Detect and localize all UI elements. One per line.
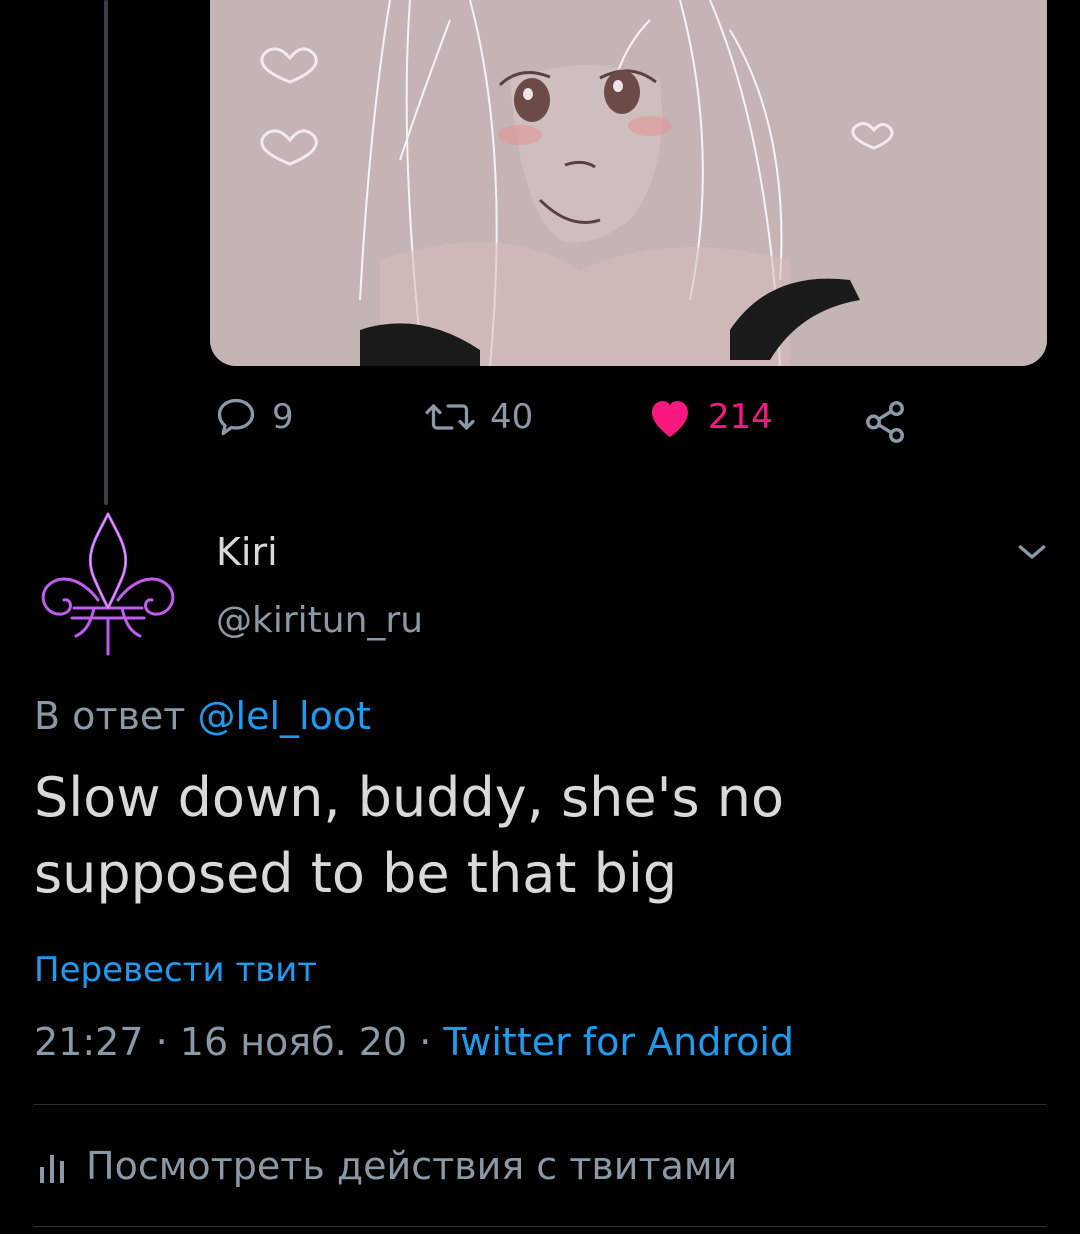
reply-button[interactable]: 9	[214, 395, 294, 439]
analytics-icon	[40, 1155, 64, 1183]
divider	[34, 1226, 1046, 1227]
author-name[interactable]: Kiri	[216, 530, 278, 574]
share-icon	[866, 401, 904, 443]
retweet-icon	[425, 404, 475, 430]
tweet-date: 16 нояб. 20	[179, 1020, 408, 1064]
avatar[interactable]	[38, 508, 178, 658]
mention-link[interactable]: @lel_loot	[198, 694, 371, 738]
tweet-analytics-link[interactable]: Посмотреть действия с твитами	[40, 1144, 737, 1188]
meta-separator: ·	[407, 1020, 444, 1064]
reply-icon	[217, 398, 255, 436]
tweet-action-bar: 9 40 214	[0, 395, 1080, 451]
anime-illustration	[210, 0, 1047, 366]
chevron-down-icon	[1018, 545, 1046, 559]
author-handle[interactable]: @kiritun_ru	[216, 600, 423, 641]
tweet-menu-button[interactable]	[1012, 532, 1052, 572]
tweet-media-image[interactable]	[210, 0, 1047, 366]
share-button[interactable]	[862, 399, 908, 445]
tweet-text: Slow down, buddy, she's no supposed to b…	[34, 766, 785, 905]
heart-icon	[652, 401, 688, 437]
translate-tweet-link[interactable]: Перевести твит	[34, 950, 317, 990]
retweet-button[interactable]: 40	[424, 395, 533, 439]
reply-prefix: В ответ	[34, 694, 186, 738]
analytics-label: Посмотреть действия с твитами	[86, 1144, 738, 1188]
like-count: 214	[708, 397, 773, 437]
retweet-count: 40	[490, 397, 534, 437]
tweet-source-link[interactable]: Twitter for Android	[443, 1020, 794, 1064]
like-button[interactable]: 214	[646, 395, 773, 439]
reply-context: В ответ @lel_loot	[34, 694, 371, 738]
fleur-de-lis-avatar-icon	[41, 512, 175, 656]
divider	[34, 1104, 1046, 1105]
tweet-time: 21:27	[34, 1020, 144, 1064]
reply-count: 9	[272, 397, 294, 437]
meta-separator: ·	[143, 1020, 180, 1064]
tweet-metadata: 21:27 · 16 нояб. 20 · Twitter for Androi…	[34, 1020, 794, 1064]
